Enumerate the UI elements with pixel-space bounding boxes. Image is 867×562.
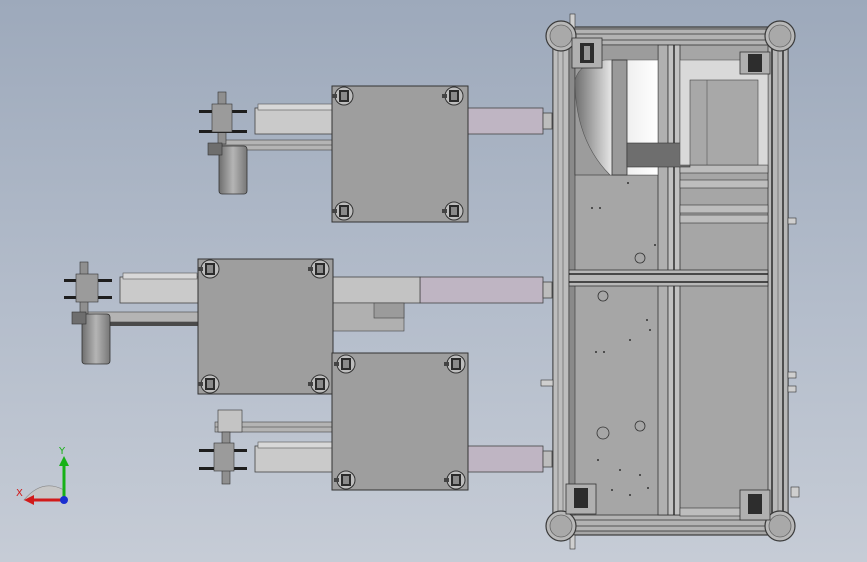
gripper-module-top[interactable] bbox=[199, 85, 469, 223]
x-axis-label: X bbox=[16, 488, 23, 499]
coordinate-triad-icon bbox=[23, 456, 69, 505]
main-frame[interactable] bbox=[540, 13, 800, 550]
motor-icon bbox=[218, 145, 248, 195]
y-axis-label: Y bbox=[58, 446, 66, 457]
assembly-drawing: Y X bbox=[16, 13, 800, 550]
cad-viewport[interactable]: Y X bbox=[0, 0, 867, 562]
